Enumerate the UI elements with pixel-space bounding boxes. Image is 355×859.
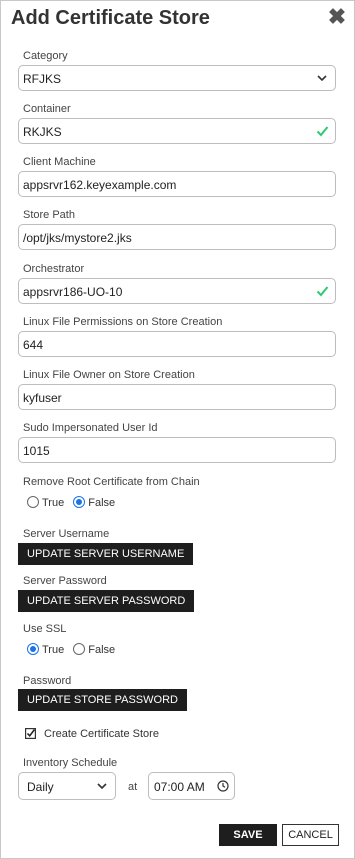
update-store-password-button[interactable]: UPDATE STORE PASSWORD bbox=[18, 689, 187, 711]
linux-owner-value: kyfuser bbox=[23, 391, 62, 405]
radio-checked-icon[interactable] bbox=[27, 643, 39, 655]
password-label: Password bbox=[23, 675, 72, 687]
create-store-checkbox-row[interactable]: Create Certificate Store bbox=[25, 728, 159, 740]
sudo-user-label: Sudo Impersonated User Id bbox=[23, 422, 158, 434]
store-path-value: /opt/jks/mystore2.jks bbox=[23, 231, 132, 245]
schedule-time-value: 07:00 AM bbox=[154, 780, 205, 794]
sudo-user-value: 1015 bbox=[23, 444, 50, 458]
remove-root-true-option[interactable]: True bbox=[27, 496, 64, 509]
category-select[interactable]: RFJKS bbox=[18, 65, 336, 91]
close-icon[interactable]: ✖ bbox=[326, 6, 348, 28]
schedule-select[interactable]: Daily bbox=[18, 772, 116, 800]
client-machine-value: appsrvr162.keyexample.com bbox=[23, 178, 177, 192]
add-certificate-store-dialog: Add Certificate Store ✖ Category RFJKS C… bbox=[0, 0, 355, 859]
container-input[interactable]: RKJKS bbox=[18, 118, 336, 144]
chevron-down-icon bbox=[317, 75, 327, 82]
use-ssl-false-label: False bbox=[88, 644, 116, 656]
remove-root-radio-group: True False bbox=[27, 496, 121, 509]
store-path-label: Store Path bbox=[23, 209, 75, 221]
client-machine-label: Client Machine bbox=[23, 156, 96, 168]
radio-checked-icon[interactable] bbox=[73, 496, 86, 508]
at-label: at bbox=[128, 781, 138, 793]
store-path-input[interactable]: /opt/jks/mystore2.jks bbox=[18, 224, 336, 250]
use-ssl-true-label: True bbox=[42, 644, 65, 656]
use-ssl-false-option[interactable]: False bbox=[73, 643, 115, 656]
remove-root-label: Remove Root Certificate from Chain bbox=[23, 476, 200, 488]
sudo-user-input[interactable]: 1015 bbox=[18, 437, 336, 463]
cancel-button[interactable]: CANCEL bbox=[282, 824, 339, 846]
linux-owner-input[interactable]: kyfuser bbox=[18, 384, 336, 410]
remove-root-false-option[interactable]: False bbox=[73, 496, 115, 509]
radio-unchecked-icon[interactable] bbox=[73, 643, 86, 655]
inventory-schedule-label: Inventory Schedule bbox=[23, 757, 118, 769]
use-ssl-label: Use SSL bbox=[23, 623, 67, 635]
checkmark-icon bbox=[316, 126, 329, 137]
schedule-time-input[interactable]: 07:00 AM bbox=[148, 772, 235, 800]
container-value: RKJKS bbox=[23, 125, 62, 139]
container-label: Container bbox=[23, 103, 71, 115]
schedule-value: Daily bbox=[27, 780, 54, 794]
orchestrator-input[interactable]: appsrvr186-UO-10 bbox=[18, 278, 336, 304]
orchestrator-label: Orchestrator bbox=[23, 263, 85, 275]
category-value: RFJKS bbox=[23, 72, 62, 86]
remove-root-false-label: False bbox=[88, 497, 116, 509]
linux-permissions-label: Linux File Permissions on Store Creation bbox=[23, 316, 223, 328]
chevron-down-icon bbox=[97, 783, 107, 790]
update-server-username-button[interactable]: UPDATE SERVER USERNAME bbox=[18, 543, 194, 565]
create-store-label: Create Certificate Store bbox=[44, 728, 159, 740]
update-server-password-button[interactable]: UPDATE SERVER PASSWORD bbox=[18, 590, 195, 612]
server-password-label: Server Password bbox=[23, 575, 107, 587]
save-button[interactable]: SAVE bbox=[219, 824, 277, 846]
linux-owner-label: Linux File Owner on Store Creation bbox=[23, 369, 195, 381]
clock-icon[interactable] bbox=[217, 780, 229, 792]
remove-root-true-label: True bbox=[42, 497, 65, 509]
linux-permissions-value: 644 bbox=[23, 338, 44, 352]
radio-unchecked-icon[interactable] bbox=[27, 496, 39, 508]
category-label: Category bbox=[23, 50, 68, 62]
dialog-title: Add Certificate Store bbox=[11, 7, 210, 29]
use-ssl-radio-group: True False bbox=[27, 643, 121, 656]
checkmark-icon bbox=[316, 286, 329, 297]
server-username-label: Server Username bbox=[23, 528, 110, 540]
checkbox-checked-icon[interactable] bbox=[25, 728, 36, 739]
linux-permissions-input[interactable]: 644 bbox=[18, 331, 336, 357]
use-ssl-true-option[interactable]: True bbox=[27, 643, 64, 656]
orchestrator-value: appsrvr186-UO-10 bbox=[23, 285, 123, 299]
client-machine-input[interactable]: appsrvr162.keyexample.com bbox=[18, 171, 336, 197]
